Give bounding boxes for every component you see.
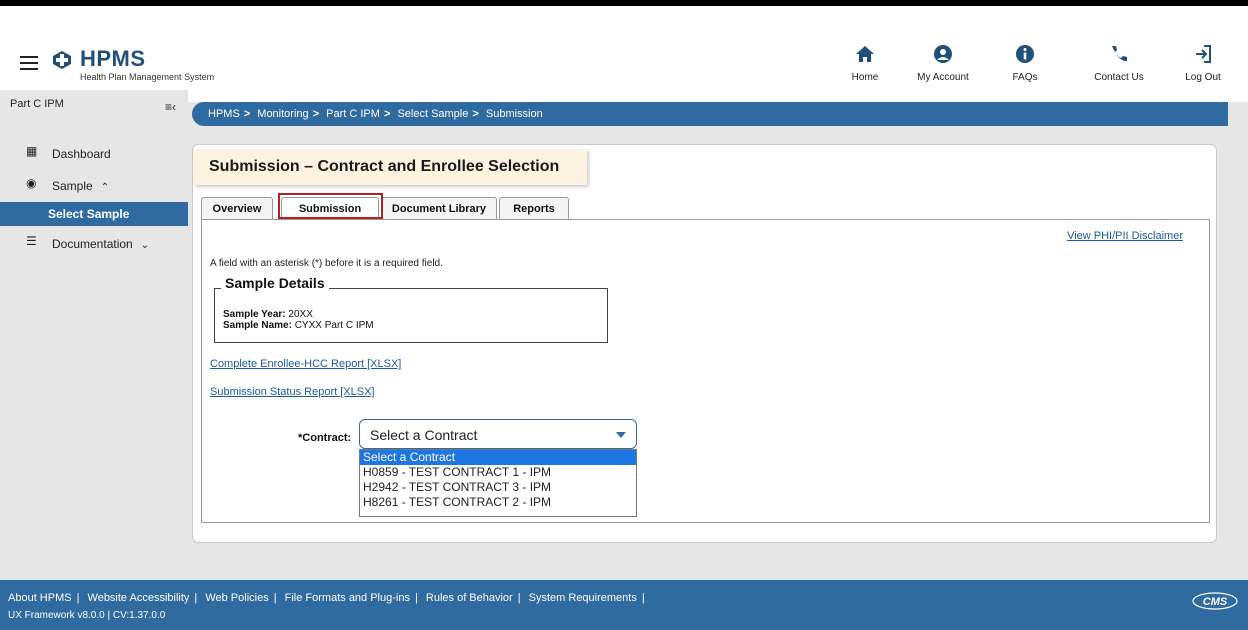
cms-logo-icon: CMS xyxy=(1192,592,1238,610)
caret-down-icon xyxy=(616,432,626,438)
footer-links: About HPMS | Website Accessibility | Web P… xyxy=(8,592,645,604)
tab-reports[interactable]: Reports xyxy=(499,197,569,219)
sample-name-row: Sample Name: CYXX Part C IPM xyxy=(223,320,374,331)
breadcrumb-item[interactable]: Part C IPM xyxy=(326,108,380,120)
contract-dropdown-list: Select a Contract H0859 - TEST CONTRACT … xyxy=(359,449,637,517)
footer-link-web-policies[interactable]: Web Policies xyxy=(205,592,268,604)
list-icon: ☰ xyxy=(26,234,37,248)
dropdown-option[interactable]: Select a Contract xyxy=(360,450,636,465)
header: HPMS Health Plan Management System Home … xyxy=(0,6,1248,102)
sidebar: Part C IPM ≡‹ ▦ Dashboard ◉ Sample ⌃ Sele… xyxy=(0,90,188,580)
sample-name-value: CYXX Part C IPM xyxy=(294,320,374,331)
tab-document-library[interactable]: Document Library xyxy=(381,197,497,219)
submission-status-report-link[interactable]: Submission Status Report [XLSX] xyxy=(210,386,374,398)
footer: About HPMS | Website Accessibility | Web P… xyxy=(0,580,1248,630)
home-icon xyxy=(856,46,874,62)
sample-year-value: 20XX xyxy=(288,309,313,320)
contract-label: *Contract: xyxy=(298,432,352,444)
logout-icon xyxy=(1196,45,1211,63)
logo-title[interactable]: HPMS xyxy=(80,46,146,72)
breadcrumb-item[interactable]: Select Sample xyxy=(397,108,468,120)
required-field-note: A field with an asterisk (*) before it i… xyxy=(210,258,443,269)
cms-logo-text: CMS xyxy=(1203,596,1228,608)
nav-my-account-label: My Account xyxy=(917,72,969,83)
dropdown-option[interactable]: H0859 - TEST CONTRACT 1 - IPM xyxy=(360,465,636,480)
sidebar-item-dashboard[interactable]: ▦ Dashboard xyxy=(0,142,188,166)
footer-link-about[interactable]: About HPMS xyxy=(8,592,72,604)
nav-log-out[interactable]: Log Out xyxy=(1168,44,1238,83)
radio-target-icon: ◉ xyxy=(26,176,37,190)
nav-home-label: Home xyxy=(851,72,879,83)
nav-contact-us-label: Contact Us xyxy=(1094,72,1144,83)
sidebar-item-label: Sample xyxy=(52,179,93,193)
nav-my-account[interactable]: My Account xyxy=(908,44,978,83)
contract-select[interactable]: Select a Contract xyxy=(359,419,637,449)
phone-icon xyxy=(1112,46,1127,62)
contract-select-value: Select a Contract xyxy=(370,427,478,443)
footer-link-accessibility[interactable]: Website Accessibility xyxy=(88,592,190,604)
footer-link-system-requirements[interactable]: System Requirements xyxy=(529,592,637,604)
sample-details-legend: Sample Details xyxy=(221,275,329,291)
breadcrumb-separator-icon: > xyxy=(383,108,391,120)
chevron-down-icon: ⌄ xyxy=(140,240,150,251)
enrollee-hcc-report-link[interactable]: Complete Enrollee-HCC Report [XLSX] xyxy=(210,358,401,370)
main-panel: Submission – Contract and Enrollee Selec… xyxy=(192,144,1217,543)
hpms-logo-icon xyxy=(53,51,71,69)
sample-details-fieldset: Sample Details Sample Year: 20XX Sample … xyxy=(214,275,608,343)
cms-logo: CMS xyxy=(1192,592,1238,610)
dropdown-option[interactable]: H8261 - TEST CONTRACT 2 - IPM xyxy=(360,495,636,510)
breadcrumb-item-current: Submission xyxy=(485,108,543,120)
sidebar-collapse-icon[interactable]: ≡‹ xyxy=(165,100,176,114)
sidebar-item-documentation[interactable]: ☰ Documentation ⌄ xyxy=(0,232,188,256)
sidebar-item-label: Documentation xyxy=(52,237,133,251)
dropdown-option[interactable]: H2942 - TEST CONTRACT 3 - IPM xyxy=(360,480,636,495)
breadcrumb-separator-icon: > xyxy=(312,108,320,120)
breadcrumb-separator-icon: > xyxy=(472,108,479,120)
nav-log-out-label: Log Out xyxy=(1185,72,1221,83)
sidebar-item-label: Dashboard xyxy=(52,147,111,161)
tab-overview[interactable]: Overview xyxy=(201,197,273,219)
footer-link-rules[interactable]: Rules of Behavior xyxy=(426,592,513,604)
nav-home[interactable]: Home xyxy=(830,44,900,83)
breadcrumb: HPMS > Monitoring > Part C IPM > Select Sam… xyxy=(192,102,1228,126)
tab-highlight-box xyxy=(278,193,383,219)
account-icon xyxy=(934,45,952,63)
sample-year-label: Sample Year: xyxy=(223,309,286,320)
footer-version: UX Framework v8.0.0 | CV:1.37.0.0 xyxy=(8,610,166,621)
nav-faqs[interactable]: FAQs xyxy=(990,44,1060,83)
grid-icon: ▦ xyxy=(26,144,38,158)
sidebar-item-select-sample[interactable]: Select Sample xyxy=(0,202,188,226)
chevron-up-icon: ⌃ xyxy=(100,182,110,193)
page-title: Submission – Contract and Enrollee Selec… xyxy=(193,149,587,185)
breadcrumb-item[interactable]: HPMS xyxy=(208,108,240,120)
sample-name-label: Sample Name: xyxy=(223,320,292,331)
sidebar-item-sample[interactable]: ◉ Sample ⌃ xyxy=(0,174,188,198)
sidebar-title: Part C IPM xyxy=(10,98,64,110)
phi-pii-disclaimer-link[interactable]: View PHI/PII Disclaimer xyxy=(1067,230,1183,242)
breadcrumb-separator-icon: > xyxy=(243,108,251,120)
nav-contact-us[interactable]: Contact Us xyxy=(1084,44,1154,83)
nav-faqs-label: FAQs xyxy=(1012,72,1038,83)
tab-content: View PHI/PII Disclaimer A field with an … xyxy=(201,219,1210,523)
breadcrumb-item[interactable]: Monitoring xyxy=(257,108,308,120)
footer-link-file-formats[interactable]: File Formats and Plug-ins xyxy=(285,592,410,604)
hamburger-menu-icon[interactable] xyxy=(20,56,38,70)
info-icon xyxy=(1016,45,1034,63)
sidebar-item-label: Select Sample xyxy=(48,207,130,221)
logo-subtitle: Health Plan Management System xyxy=(80,72,215,82)
sample-year-row: Sample Year: 20XX xyxy=(223,309,313,320)
